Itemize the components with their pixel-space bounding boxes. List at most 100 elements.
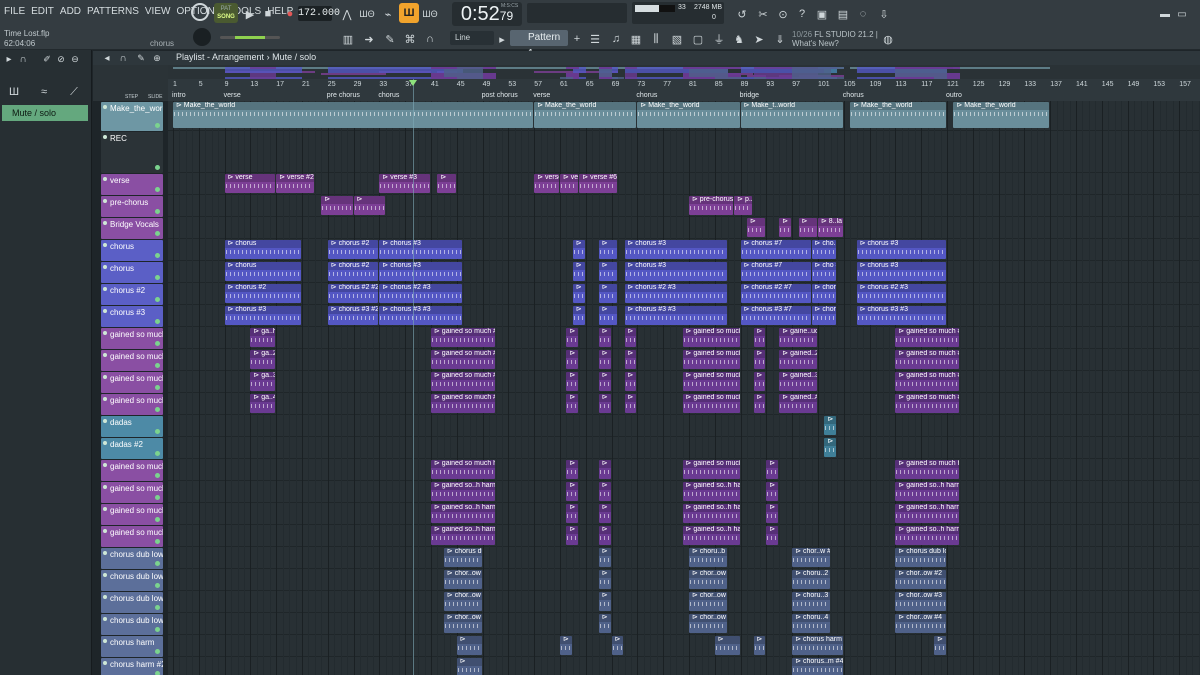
menu-file[interactable]: FILE (3, 6, 26, 17)
playlist-clip[interactable]: ⊳ (934, 636, 946, 655)
browser-icon[interactable]: ▢ (688, 29, 708, 49)
ruler-marker[interactable]: chorus (843, 92, 864, 99)
track-mute-icon[interactable] (155, 649, 160, 654)
track-led-icon[interactable] (103, 529, 107, 533)
track-led-icon[interactable] (103, 331, 107, 335)
playlist-clip[interactable]: ⊳ gained so much #2 (682, 328, 740, 347)
track-led-icon[interactable] (103, 177, 107, 181)
ruler-marker[interactable]: pre chorus (327, 92, 360, 99)
playlist-clip[interactable]: ⊳ chor..ow #2 (443, 570, 482, 589)
mute-icon[interactable]: ⊖ (68, 52, 82, 66)
playlist-clip[interactable]: ⊳ chorus #3 #7 (740, 306, 811, 325)
playlist-clip[interactable]: ⊳ gained so much #2 (431, 328, 495, 347)
playlist-clip[interactable]: ⊳ chorus #3 (379, 262, 463, 281)
playlist-clip[interactable]: ⊳ choru..4 #3 (792, 614, 830, 633)
ruler-marker[interactable]: post chorus (482, 92, 518, 99)
pattern-selector[interactable]: Pattern 1 (510, 30, 568, 59)
playlist-clip[interactable]: ⊳ chorus #3 #2 (327, 306, 379, 325)
track-header[interactable]: gained so much... (101, 526, 163, 547)
playlist-clip[interactable]: ⊳ (437, 174, 456, 193)
track-header[interactable]: gained so much... (101, 482, 163, 503)
chat-icon[interactable]: ◌ (853, 4, 873, 24)
playlist-clip[interactable]: ⊳ (598, 328, 611, 347)
tempo-icon[interactable]: ♞ (729, 29, 749, 49)
track-led-icon[interactable] (103, 265, 107, 269)
timeline-ruler[interactable]: 1 5 9 13 17 21 25 29 33 37 41 45 49 53 57 61 65 69 73 77 81 8… (168, 79, 1200, 101)
playlist-clip[interactable]: ⊳ (598, 306, 618, 325)
track-led-icon[interactable] (103, 639, 107, 643)
master-volume-knob[interactable] (193, 28, 211, 46)
playlist-clip[interactable]: ⊳ chorus dub low (895, 548, 946, 567)
playlist-clip[interactable]: ⊳ (456, 658, 482, 675)
playlist-clip[interactable]: ⊳ (753, 394, 766, 413)
magnet-icon[interactable]: ∩ (420, 29, 440, 49)
menu-edit[interactable]: EDIT (30, 6, 55, 17)
playlist-clip[interactable]: ⊳ chor..ow #3 (443, 592, 482, 611)
menu-add[interactable]: ADD (59, 6, 82, 17)
playlist-clip[interactable]: ⊳ (572, 306, 585, 325)
playlist-clip[interactable]: ⊳ gained so much #4 #2 (682, 394, 740, 413)
track-led-icon[interactable] (103, 507, 107, 511)
playlist-clip[interactable]: ⊳ ga..2 (250, 350, 276, 369)
playlist-clip[interactable]: ⊳ (598, 372, 611, 391)
menu-patterns[interactable]: PATTERNS (86, 6, 140, 17)
playlist-clip[interactable]: ⊳ pre-chorus #3 (689, 196, 734, 215)
track-header[interactable]: gained so much... (101, 394, 163, 415)
playlist-clip[interactable]: ⊳ Make_the_world (637, 102, 740, 128)
playlist-clip[interactable]: ⊳ chorus (224, 262, 301, 281)
add-pattern-icon[interactable]: + (567, 29, 587, 49)
ruler-marker[interactable]: intro (172, 92, 186, 99)
playlist-clip[interactable]: ⊳ (753, 328, 766, 347)
track-header[interactable]: chorus dub low... (101, 570, 163, 591)
track-led-icon[interactable] (103, 463, 107, 467)
playlist-clip[interactable]: ⊳ chorus #3 (624, 240, 727, 259)
playlist-clip[interactable]: ⊳ gained so much #2 #2 (895, 350, 959, 369)
playlist-clip[interactable]: ⊳ chor..ow #2 (895, 570, 946, 589)
piano-roll-icon[interactable]: ♫ (606, 29, 626, 49)
playlist-clip[interactable]: ⊳ chorus dub low (443, 548, 482, 567)
menu-arrow-icon[interactable]: ▸ (2, 52, 16, 66)
playlist-clip[interactable]: ⊳ (572, 262, 585, 281)
playlist-clip[interactable]: ⊳ gained so..h harm #4 (895, 526, 959, 545)
playlist-clip[interactable]: ⊳ verse #4 (534, 174, 559, 193)
playlist-clip[interactable]: ⊳ chorus #3 (624, 262, 727, 281)
track-led-icon[interactable] (103, 441, 107, 445)
track-header[interactable]: gained so much... (101, 460, 163, 481)
playlist-clip[interactable]: ⊳ Make_the_world (953, 102, 1050, 128)
track-led-icon[interactable] (103, 573, 107, 577)
playlist-clip[interactable]: ⊳ chorus #3 #3 (856, 306, 946, 325)
countdown-icon[interactable]: ⌁ (378, 4, 398, 24)
track-mute-icon[interactable] (155, 583, 160, 588)
playlist-clip[interactable]: ⊳ chorus #2 #3 (379, 284, 463, 303)
playlist-clip[interactable]: ⊳ (566, 460, 579, 479)
playlist-clip[interactable]: ⊳ (779, 218, 792, 237)
playlist-clip[interactable]: ⊳ (598, 284, 618, 303)
playlist-clip[interactable]: ⊳ (598, 460, 611, 479)
playlist-clip[interactable]: ⊳ gained..2 #8 (779, 350, 817, 369)
track-mute-icon[interactable] (155, 165, 160, 170)
ruler-marker[interactable]: verse (533, 92, 550, 99)
track-mute-icon[interactable] (155, 451, 160, 456)
erase-icon[interactable]: ⊘ (54, 52, 68, 66)
playlist-clip[interactable]: ⊳ (766, 482, 779, 501)
playlist-clip[interactable]: ⊳ (566, 350, 579, 369)
playlist-clip[interactable]: ⊳ chor..#7 (811, 284, 837, 303)
save-icon[interactable]: ▣ (812, 4, 832, 24)
playlist-clip[interactable]: ⊳ (566, 372, 579, 391)
playlist-clip[interactable]: ⊳ gained so..h harm #4 (431, 526, 495, 545)
playlist-clip[interactable]: ⊳ verse #6 (579, 174, 618, 193)
track-header[interactable]: dadas (101, 416, 163, 437)
track-led-icon[interactable] (103, 105, 107, 109)
playlist-clip[interactable]: ⊳ gained so much #2 #2 (682, 350, 740, 369)
playlist-clip[interactable]: ⊳ gained so much #2 #2 (431, 350, 495, 369)
metronome-icon[interactable]: ⋀ (337, 4, 357, 24)
playlist-clip[interactable]: ⊳ (753, 350, 766, 369)
track-led-icon[interactable] (103, 243, 107, 247)
playlist-clip[interactable]: ⊳ gained so much #3 #2 (431, 372, 495, 391)
help-icon[interactable]: ? (792, 4, 812, 24)
piano-icon[interactable]: ▥ (338, 29, 358, 49)
mixer-icon[interactable]: ⫼ (646, 29, 666, 49)
arrow-icon[interactable]: ➜ (359, 29, 379, 49)
track-header[interactable]: chorus dub low (101, 548, 163, 569)
track-led-icon[interactable] (103, 485, 107, 489)
